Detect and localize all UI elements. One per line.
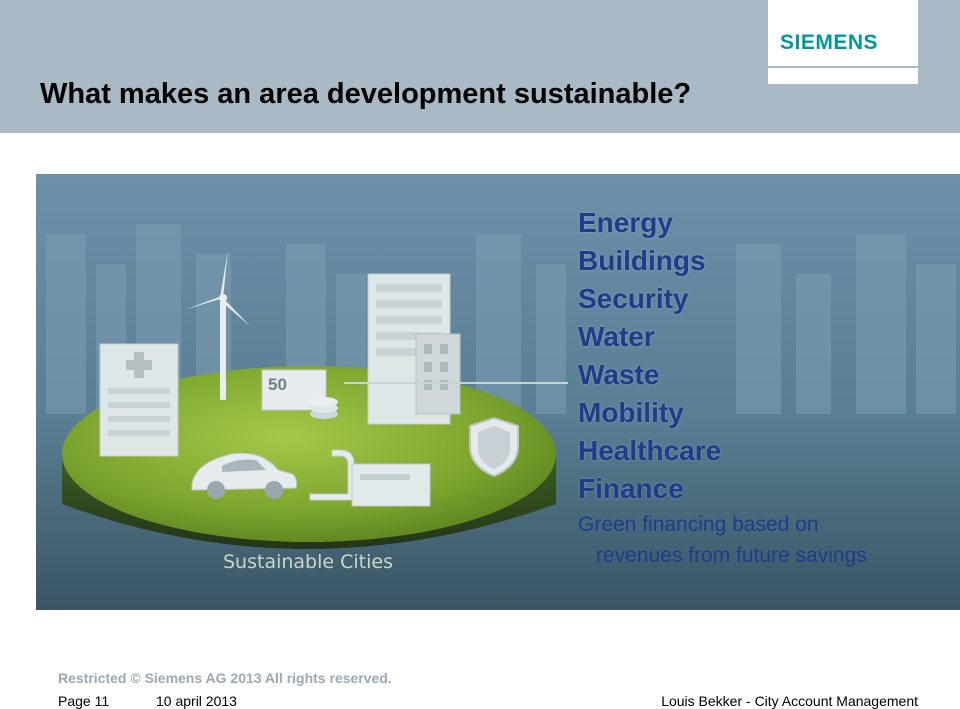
topics-list: Energy Buildings Security Water Waste Mo…: [578, 204, 867, 570]
list-item-healthcare: Healthcare: [578, 435, 722, 466]
list-item-buildings: Buildings: [578, 245, 706, 276]
footer-date: 10 april 2013: [156, 693, 237, 709]
office-building-icon: [367, 273, 461, 425]
slide-title: What makes an area development sustainab…: [40, 78, 692, 110]
footer-restricted: Restricted © Siemens AG 2013 All rights …: [58, 670, 392, 686]
hospital-building-icon: [99, 343, 179, 457]
list-item-finance: Finance: [578, 473, 684, 504]
finance-subline-2: revenues from future savings: [596, 544, 867, 567]
footer-author: Louis Bekker - City Account Management: [661, 693, 918, 709]
footer-page-number: Page 11: [58, 693, 110, 709]
logo-strip: [768, 68, 918, 84]
list-item-mobility: Mobility: [578, 397, 684, 428]
siemens-logo: SIEMENS: [780, 31, 879, 54]
list-item-energy: Energy: [578, 207, 673, 238]
list-item-waste: Waste: [578, 359, 660, 390]
banknote-value: 50: [268, 375, 287, 394]
finance-subline-1: Green financing based on: [578, 513, 819, 536]
list-item-security: Security: [578, 283, 689, 314]
platform-label: Sustainable Cities: [223, 551, 393, 573]
list-item-water: Water: [578, 321, 655, 352]
